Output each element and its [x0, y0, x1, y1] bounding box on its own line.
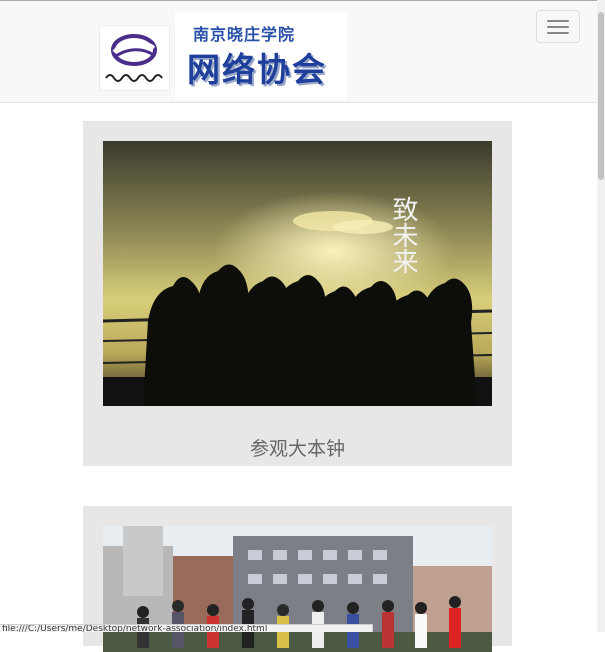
hamburger-bar: [547, 26, 569, 28]
browser-status-bar: file:///C:/Users/me/Desktop/network-asso…: [0, 624, 373, 632]
school-name-text: 南京晓庄学院: [193, 25, 296, 44]
vertical-scrollbar[interactable]: [597, 0, 605, 632]
navbar: 南京晓庄学院 网络协会: [0, 1, 597, 103]
campus-group-photo-image: [103, 526, 492, 652]
school-emblem-logo[interactable]: [99, 25, 170, 91]
card-photo[interactable]: 致未来: [102, 141, 493, 406]
scrollbar-thumb[interactable]: [598, 12, 604, 180]
navbar-toggle-button[interactable]: [536, 10, 580, 43]
photo-overlay-text: 致未来: [388, 196, 418, 274]
hamburger-bar: [547, 32, 569, 34]
emblem-graphic: [105, 34, 163, 82]
club-banner-logo[interactable]: 南京晓庄学院 网络协会: [175, 11, 347, 100]
gallery-card[interactable]: 致未来 参观大本钟: [83, 121, 512, 466]
card-photo[interactable]: [103, 526, 492, 652]
card-caption[interactable]: 参观大本钟: [83, 434, 512, 461]
silhouette-photo-image: 致未来: [102, 141, 493, 406]
hamburger-bar: [547, 20, 569, 22]
club-name-text: 网络协会: [187, 50, 327, 89]
